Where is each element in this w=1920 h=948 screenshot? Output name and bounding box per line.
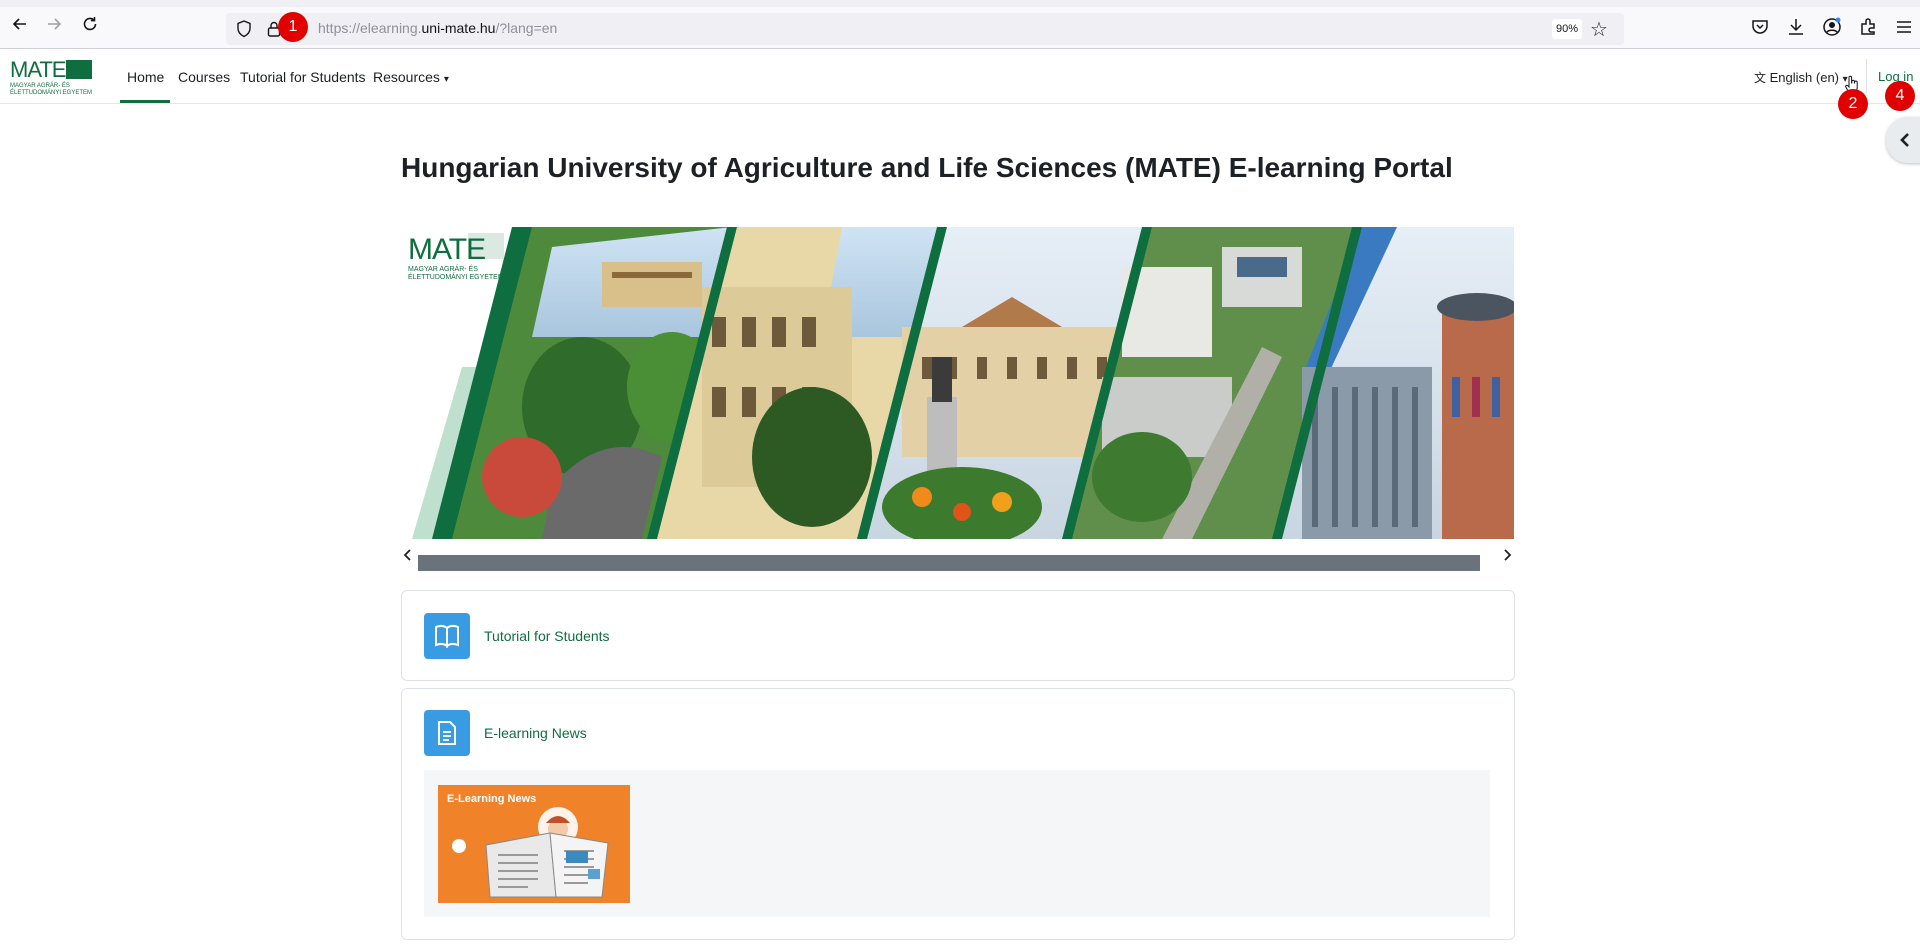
banner-logo-sub2: ÉLETTUDOMÁNYI EGYETEM <box>408 272 504 281</box>
logo-subtitle-1: MAGYAR AGRÁR- ÉS <box>10 82 70 89</box>
url-text[interactable]: https://elearning.uni-mate.hu/?lang=en <box>318 20 557 36</box>
url-host: uni-mate.hu <box>421 20 496 36</box>
tab-strip <box>0 0 1920 7</box>
elearning-news-image[interactable]: E-Learning News <box>438 785 630 903</box>
book-icon-glyph <box>435 624 459 649</box>
forward-arrow-icon <box>48 18 62 30</box>
logo-word: MATE <box>10 57 66 82</box>
carousel-prev-button[interactable] <box>403 548 413 567</box>
language-icon: 文 <box>1754 71 1767 85</box>
logo-subtitle-2: ÉLETTUDOMÁNYI EGYETEM <box>10 89 92 96</box>
page-title: Hungarian University of Agriculture and … <box>401 152 1453 183</box>
forward-button[interactable] <box>40 14 68 42</box>
site-navbar: MATE MAGYAR AGRÁR- ÉS ÉLETTUDOMÁNYI EGYE… <box>0 49 1920 104</box>
nav-courses[interactable]: Courses <box>178 69 230 85</box>
extensions-icon[interactable] <box>1856 15 1880 39</box>
nav-resources-label: Resources <box>373 69 440 85</box>
download-icon[interactable] <box>1784 15 1808 39</box>
url-prefix: https://elearning. <box>318 20 422 36</box>
url-suffix: /?lang=en <box>495 20 558 36</box>
elearning-news-link[interactable]: E-learning News <box>484 725 587 741</box>
account-icon[interactable] <box>1820 15 1844 39</box>
chevron-left-icon <box>1900 133 1909 147</box>
address-bar[interactable]: https://elearning.uni-mate.hu/?lang=en 9… <box>226 13 1624 45</box>
reload-icon <box>83 17 97 31</box>
annotation-marker-1: 1 <box>278 12 308 42</box>
nav-home[interactable]: Home <box>127 69 164 85</box>
annotation-marker-2: 2 <box>1838 89 1868 119</box>
banner-collage: MATE MAGYAR AGRÁR- ÉS ÉLETTUDOMÁNYI EGYE… <box>408 227 1514 539</box>
nav-active-indicator <box>120 100 170 103</box>
elearning-news-card: E-learning News E-Learning News <box>401 688 1515 940</box>
annotation-marker-4: 4 <box>1885 81 1915 111</box>
banner-logo-sub1: MAGYAR AGRÁR- ÉS <box>408 264 478 273</box>
zoom-level[interactable]: 90% <box>1552 19 1582 39</box>
news-content-area: E-Learning News <box>424 770 1490 917</box>
carousel-scrollbar[interactable] <box>418 555 1480 571</box>
document-icon <box>424 710 470 756</box>
nav-resources[interactable]: Resources ▾ <box>373 69 449 85</box>
document-icon-glyph <box>438 721 456 745</box>
back-arrow-icon <box>12 18 26 30</box>
carousel-next-button[interactable] <box>1502 548 1512 567</box>
chevron-left-icon <box>403 549 411 561</box>
back-button[interactable] <box>6 14 34 42</box>
tutorial-for-students-link[interactable]: Tutorial for Students <box>484 628 610 644</box>
chevron-down-icon: ▾ <box>443 74 449 85</box>
menu-hamburger-icon[interactable] <box>1892 15 1916 39</box>
drawer-toggle-button[interactable] <box>1886 117 1920 163</box>
shield-icon[interactable] <box>234 19 254 39</box>
pocket-icon[interactable] <box>1748 15 1772 39</box>
tutorial-card: Tutorial for Students <box>401 590 1515 681</box>
reload-button[interactable] <box>76 14 104 42</box>
navbar-divider <box>1866 59 1867 93</box>
mate-logo[interactable]: MATE MAGYAR AGRÁR- ÉS ÉLETTUDOMÁNYI EGYE… <box>10 57 94 97</box>
bookmark-star-icon[interactable]: ☆ <box>1590 17 1608 42</box>
campus-banner-image: MATE MAGYAR AGRÁR- ÉS ÉLETTUDOMÁNYI EGYE… <box>402 227 1514 539</box>
language-selector[interactable]: 文 English (en) ▾ <box>1754 69 1848 86</box>
language-label: English (en) <box>1769 70 1840 85</box>
book-icon <box>424 613 470 659</box>
chevron-right-icon <box>1504 549 1512 561</box>
nav-tutorial-for-students[interactable]: Tutorial for Students <box>240 69 366 85</box>
news-image-title: E-Learning News <box>447 793 536 805</box>
